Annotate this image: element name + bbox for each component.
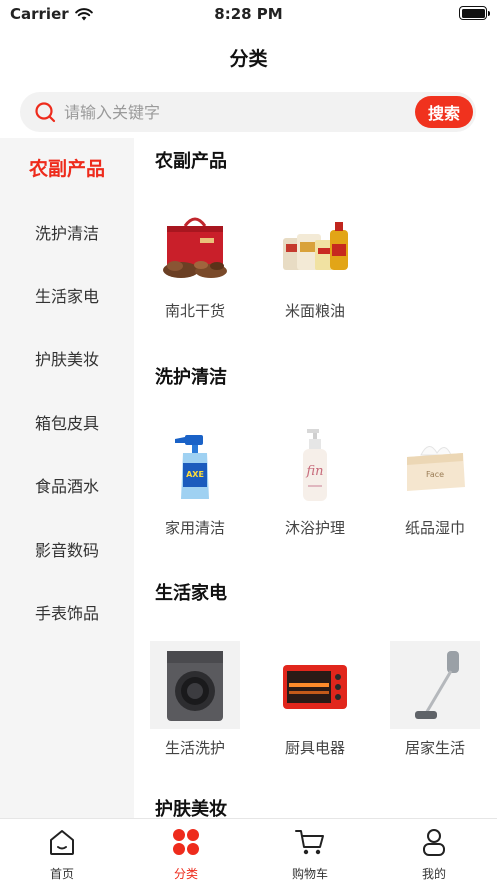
product-item[interactable]: Face 纸品湿巾 bbox=[390, 421, 480, 538]
svg-text:AXE: AXE bbox=[186, 470, 204, 479]
product-item[interactable]: 南北干货 bbox=[150, 204, 240, 321]
cart-icon bbox=[295, 830, 324, 855]
sidebar-item-bags-leather[interactable]: 箱包皮具 bbox=[0, 404, 134, 444]
status-time: 8:28 PM bbox=[214, 5, 283, 23]
product-label: 家用清洁 bbox=[164, 519, 225, 537]
category-sidebar: 农副产品 洗护清洁 生活家电 护肤美妆 箱包皮具 食品酒水 影音数码 手表饰品 bbox=[0, 138, 134, 818]
product-label: 米面粮油 bbox=[284, 302, 345, 320]
product-item[interactable]: 居家生活 bbox=[390, 641, 480, 758]
product-item[interactable]: 米面粮油 bbox=[270, 204, 360, 321]
product-label: 纸品湿巾 bbox=[404, 519, 465, 537]
sidebar-item-washing-cleaning[interactable]: 洗护清洁 bbox=[0, 214, 134, 254]
toaster-oven-image bbox=[270, 641, 360, 729]
status-bar: Carrier 8:28 PM bbox=[0, 0, 497, 30]
tab-label: 购物车 bbox=[291, 867, 328, 881]
search-button[interactable]: 搜索 bbox=[415, 96, 473, 128]
user-icon bbox=[423, 829, 445, 856]
tab-bar: 首页 分类 购物车 我的 bbox=[0, 818, 497, 883]
spray-bottle-image: AXE bbox=[150, 421, 240, 509]
section-title: 生活家电 bbox=[155, 583, 227, 604]
search-bar: 搜索 bbox=[20, 92, 476, 132]
search-input[interactable] bbox=[64, 92, 424, 132]
tab-cart[interactable]: 购物车 bbox=[270, 825, 350, 882]
sidebar-item-home-appliances[interactable]: 生活家电 bbox=[0, 277, 134, 317]
product-label: 居家生活 bbox=[404, 739, 465, 757]
sidebar-item-agricultural[interactable]: 农副产品 bbox=[0, 149, 134, 189]
section-title: 农副产品 bbox=[155, 151, 227, 172]
tab-label: 分类 bbox=[173, 867, 198, 881]
tab-mine[interactable]: 我的 bbox=[394, 825, 474, 882]
tab-label: 我的 bbox=[421, 867, 446, 881]
washing-machine-image bbox=[150, 641, 240, 729]
search-icon bbox=[35, 102, 56, 123]
category-content: 农副产品 南北干货 米面粮油 洗护清洁 AXE 家用清洁 fin 沐浴护理 Fa… bbox=[134, 138, 497, 818]
product-label: 沐浴护理 bbox=[284, 519, 345, 537]
home-icon bbox=[50, 830, 74, 855]
tissue-box-image: Face bbox=[390, 421, 480, 509]
sidebar-item-food-drinks[interactable]: 食品酒水 bbox=[0, 467, 134, 507]
stick-vacuum-image bbox=[390, 641, 480, 729]
tab-home[interactable]: 首页 bbox=[22, 825, 102, 882]
svg-text:fin: fin bbox=[305, 464, 323, 479]
pump-bottle-image: fin bbox=[270, 421, 360, 509]
category-icon bbox=[173, 829, 199, 855]
product-label: 生活洗护 bbox=[164, 739, 225, 757]
sidebar-item-audio-digital[interactable]: 影音数码 bbox=[0, 531, 134, 571]
product-label: 南北干货 bbox=[164, 302, 225, 320]
product-item[interactable]: fin 沐浴护理 bbox=[270, 421, 360, 538]
tab-category[interactable]: 分类 bbox=[146, 825, 226, 882]
product-item[interactable]: 厨具电器 bbox=[270, 641, 360, 758]
sidebar-item-watches-jewelry[interactable]: 手表饰品 bbox=[0, 594, 134, 634]
rice-oil-image bbox=[270, 204, 360, 292]
product-item[interactable]: 生活洗护 bbox=[150, 641, 240, 758]
section-title: 护肤美妆 bbox=[155, 799, 227, 818]
gift-box-image bbox=[150, 204, 240, 292]
sidebar-item-skincare-makeup[interactable]: 护肤美妆 bbox=[0, 340, 134, 380]
tab-label: 首页 bbox=[49, 867, 74, 881]
svg-text:Face: Face bbox=[426, 470, 444, 479]
product-item[interactable]: AXE 家用清洁 bbox=[150, 421, 240, 538]
page-title: 分类 bbox=[229, 48, 268, 70]
product-label: 厨具电器 bbox=[284, 739, 345, 757]
battery-icon bbox=[459, 6, 490, 20]
section-title: 洗护清洁 bbox=[155, 367, 227, 388]
